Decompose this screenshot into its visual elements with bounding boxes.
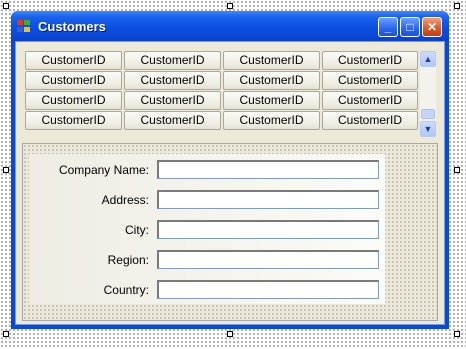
- company-name-label: Company Name:: [58, 163, 149, 177]
- city-field[interactable]: [157, 220, 379, 239]
- grid-cell[interactable]: CustomerID: [322, 111, 418, 130]
- title-bar[interactable]: Customers _ □ ✕: [11, 11, 449, 41]
- window-title: Customers: [38, 19, 106, 34]
- region-label: Region:: [107, 253, 149, 267]
- region-field[interactable]: [157, 250, 379, 269]
- grid-cell[interactable]: CustomerID: [223, 111, 320, 130]
- company-name-field[interactable]: [157, 160, 379, 179]
- scroll-up-button[interactable]: ▲: [420, 51, 436, 67]
- grid-vertical-scrollbar[interactable]: ▲ ▼: [420, 51, 436, 137]
- address-label: Address:: [101, 193, 149, 207]
- scroll-down-icon: ▼: [423, 124, 433, 134]
- grid-cell[interactable]: CustomerID: [223, 91, 320, 110]
- customers-form-window[interactable]: Customers _ □ ✕ CustomerID CustomerID Cu…: [11, 11, 449, 329]
- app-icon: [17, 20, 32, 33]
- maximize-button[interactable]: □: [400, 17, 420, 37]
- minimize-icon: _: [384, 20, 392, 34]
- resize-handle-middle-left[interactable]: [3, 167, 9, 173]
- grid-cell[interactable]: CustomerID: [124, 71, 221, 90]
- resize-handle-bottom-left[interactable]: [3, 331, 9, 337]
- details-fields-area: Company Name: Address: City: Region: Cou…: [29, 154, 385, 304]
- details-panel: Company Name: Address: City: Region: Cou…: [22, 143, 438, 321]
- grid-cell[interactable]: CustomerID: [322, 91, 418, 110]
- grid-cell[interactable]: CustomerID: [223, 71, 320, 90]
- grid-cell[interactable]: CustomerID: [25, 111, 122, 130]
- grid-cell[interactable]: CustomerID: [322, 71, 418, 90]
- grid-cell[interactable]: CustomerID: [124, 51, 221, 70]
- resize-handle-top-middle[interactable]: [227, 3, 233, 9]
- grid-cell[interactable]: CustomerID: [124, 91, 221, 110]
- resize-handle-top-left[interactable]: [3, 3, 9, 9]
- form-client-area: CustomerID CustomerID CustomerID Custome…: [15, 41, 445, 325]
- close-icon: ✕: [426, 20, 438, 34]
- grid-cell[interactable]: CustomerID: [223, 51, 320, 70]
- country-label: Country:: [103, 283, 149, 297]
- close-button[interactable]: ✕: [422, 17, 442, 37]
- scroll-thumb[interactable]: [421, 109, 435, 119]
- city-label: City:: [125, 223, 149, 237]
- country-field[interactable]: [157, 280, 379, 299]
- grid-cell[interactable]: CustomerID: [25, 91, 122, 110]
- scroll-up-icon: ▲: [423, 54, 433, 64]
- resize-handle-bottom-middle[interactable]: [227, 331, 233, 337]
- maximize-icon: □: [406, 20, 414, 34]
- address-field[interactable]: [157, 190, 379, 209]
- resize-handle-middle-right[interactable]: [454, 167, 460, 173]
- grid-cell[interactable]: CustomerID: [25, 51, 122, 70]
- scroll-down-button[interactable]: ▼: [420, 121, 436, 137]
- minimize-button[interactable]: _: [378, 17, 398, 37]
- grid-cell[interactable]: CustomerID: [25, 71, 122, 90]
- customers-data-grid[interactable]: CustomerID CustomerID CustomerID Custome…: [25, 51, 437, 137]
- resize-handle-top-right[interactable]: [454, 3, 460, 9]
- resize-handle-bottom-right[interactable]: [454, 331, 460, 337]
- grid-cell[interactable]: CustomerID: [124, 111, 221, 130]
- grid-cell[interactable]: CustomerID: [322, 51, 418, 70]
